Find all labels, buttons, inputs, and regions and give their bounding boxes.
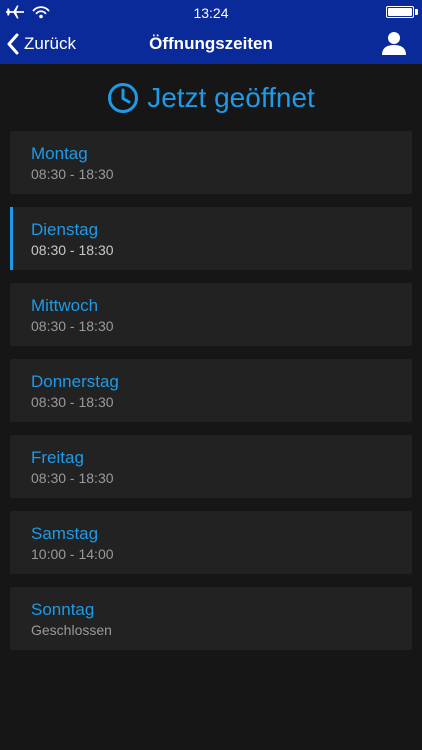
- day-card-freitag[interactable]: Freitag 08:30 - 18:30: [10, 435, 412, 498]
- header: 13:24 Zurück Öffnungszeiten: [0, 0, 422, 64]
- profile-button[interactable]: [380, 29, 408, 57]
- open-status-label: Jetzt geöffnet: [147, 82, 315, 113]
- open-status: Jetzt geöffnet: [0, 76, 422, 120]
- person-icon: [382, 32, 406, 55]
- page-title: Öffnungszeiten: [149, 34, 273, 53]
- day-hours: 08:30 - 18:30: [31, 318, 114, 334]
- day-hours: 08:30 - 18:30: [31, 242, 114, 258]
- battery-tip: [415, 9, 418, 15]
- day-hours: 08:30 - 18:30: [31, 394, 114, 410]
- day-name: Sonntag: [31, 600, 95, 619]
- day-name: Samstag: [31, 524, 99, 543]
- status-time: 13:24: [193, 5, 229, 21]
- day-name: Freitag: [31, 448, 84, 467]
- day-name: Dienstag: [31, 220, 99, 239]
- day-card-samstag[interactable]: Samstag 10:00 - 14:00: [10, 511, 412, 574]
- day-list: Montag 08:30 - 18:30 Dienstag 08:30 - 18…: [10, 131, 412, 663]
- day-card-dienstag[interactable]: Dienstag 08:30 - 18:30: [10, 207, 412, 270]
- nav-bar: Zurück Öffnungszeiten: [0, 24, 422, 64]
- clock-icon: [108, 83, 139, 113]
- day-card-montag[interactable]: Montag 08:30 - 18:30: [10, 131, 412, 194]
- day-card-sonntag[interactable]: Sonntag Geschlossen: [10, 587, 412, 650]
- day-hours: Geschlossen: [31, 622, 112, 638]
- status-bar: 13:24: [0, 0, 422, 24]
- day-hours: 08:30 - 18:30: [31, 166, 114, 182]
- day-card-mittwoch[interactable]: Mittwoch 08:30 - 18:30: [10, 283, 412, 346]
- day-card-donnerstag[interactable]: Donnerstag 08:30 - 18:30: [10, 359, 412, 422]
- battery-level: [388, 8, 412, 16]
- battery-icon: [386, 6, 414, 18]
- day-name: Mittwoch: [31, 296, 99, 315]
- day-hours: 08:30 - 18:30: [31, 470, 114, 486]
- screen: 13:24 Zurück Öffnungszeiten Jetzt geöffn…: [0, 0, 422, 750]
- day-name: Donnerstag: [31, 372, 119, 391]
- day-name: Montag: [31, 144, 88, 163]
- day-hours: 10:00 - 14:00: [31, 546, 114, 562]
